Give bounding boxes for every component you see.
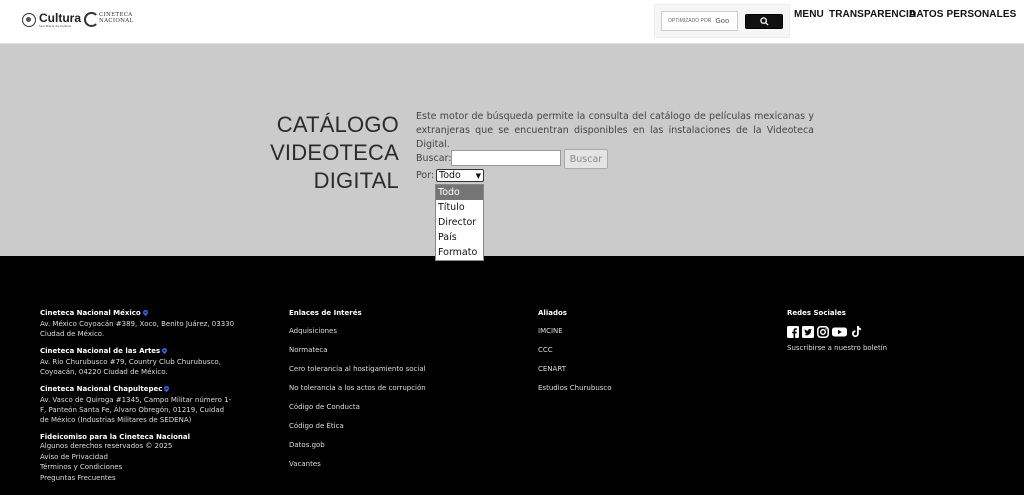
instagram-icon[interactable]: [817, 326, 829, 338]
newsletter-link[interactable]: Suscribirse a nuestro boletín: [787, 344, 887, 363]
catalog-description: Este motor de búsqueda permite la consul…: [416, 111, 814, 150]
cineteca-logo[interactable]: CINETECA NACIONAL: [84, 12, 134, 27]
por-dropdown: Todo Título Director País Formato: [435, 184, 484, 261]
por-option-pais[interactable]: País: [436, 230, 483, 245]
location-address: Av. México Coyoacán #389, Xoco, Benito J…: [40, 320, 235, 338]
aliado-link[interactable]: CCC: [538, 346, 612, 365]
enlace-link[interactable]: Código de Conducta: [289, 403, 426, 422]
search-icon: [759, 17, 769, 26]
footer-locations: Cineteca Nacional México Av. México Coyo…: [40, 309, 235, 483]
faq-link[interactable]: Preguntas Frecuentes: [40, 473, 235, 484]
social-icons: [787, 326, 887, 338]
por-option-director[interactable]: Director: [436, 215, 483, 230]
aliado-link[interactable]: IMCINE: [538, 327, 612, 346]
enlace-link[interactable]: Cero tolerancia al hostigamiento social: [289, 365, 426, 384]
cineteca-logo-line2: NACIONAL: [99, 17, 134, 24]
fideicomiso-title: Fideicomiso para la Cineteca Nacional: [40, 433, 191, 441]
location-address: Av. Río Churubusco #79, Country Club Chu…: [40, 358, 221, 376]
search-brand: Goo: [715, 17, 730, 25]
site-search-button[interactable]: [745, 14, 783, 29]
location-title: Cineteca Nacional México: [40, 309, 141, 317]
copyright-text: Algunos derechos reservados © 2025: [40, 442, 173, 450]
site-search: OPTIMIZADO POR Goo: [654, 4, 790, 38]
mexico-seal-icon: [22, 13, 36, 27]
footer-redes: Redes Sociales Suscribirse a nuestro bol…: [787, 309, 887, 363]
aliados-heading: Aliados: [538, 309, 567, 317]
enlaces-heading: Enlaces de Interés: [289, 309, 362, 317]
footer-enlaces: Enlaces de Interés Adquisiciones Normate…: [289, 309, 426, 479]
facebook-icon[interactable]: [787, 326, 799, 338]
por-label: Por:: [416, 170, 435, 181]
map-pin-icon[interactable]: [162, 348, 168, 354]
location-title: Cineteca Nacional Chapultepec: [40, 385, 163, 393]
catalog-title-line: DIGITAL: [313, 168, 399, 193]
chevron-down-icon: ▼: [475, 172, 481, 180]
nav-menu[interactable]: MENU: [794, 9, 824, 20]
por-option-titulo[interactable]: Título: [436, 200, 483, 215]
buscar-button[interactable]: Buscar: [564, 149, 608, 169]
aliado-link[interactable]: CENART: [538, 365, 612, 384]
catalog-title-line: CATÁLOGO: [276, 112, 399, 137]
por-select[interactable]: Todo ▼: [436, 169, 484, 182]
cultura-logo[interactable]: Cultura Secretaría de Cultura: [22, 12, 81, 28]
privacy-link[interactable]: Aviso de Privacidad: [40, 452, 235, 463]
enlace-link[interactable]: Código de Ética: [289, 422, 426, 441]
cultura-logo-subtext: Secretaría de Cultura: [39, 24, 71, 28]
location-address: Av. Vasco de Quiroga #1345, Campo Milita…: [40, 396, 232, 424]
por-option-todo[interactable]: Todo: [436, 185, 483, 200]
nav-transparencia[interactable]: TRANSPARENCIA: [829, 9, 916, 20]
por-selected-value: Todo: [439, 170, 461, 181]
map-pin-icon[interactable]: [164, 386, 170, 392]
redes-heading: Redes Sociales: [787, 309, 846, 317]
tiktok-icon[interactable]: [850, 326, 862, 338]
buscar-label: Buscar:: [416, 153, 452, 164]
footer-aliados: Aliados IMCINE CCC CENART Estudios Churu…: [538, 309, 612, 403]
nav-datos-personales[interactable]: DATOS PERSONALES: [909, 9, 1016, 20]
site-search-input[interactable]: OPTIMIZADO POR Goo: [661, 11, 738, 31]
enlace-link[interactable]: Adquisiciones: [289, 327, 426, 346]
site-footer: Cineteca Nacional México Av. México Coyo…: [0, 256, 1024, 495]
enlace-link[interactable]: No tolerancia a los actos de corrupción: [289, 384, 426, 403]
enlace-link[interactable]: Vacantes: [289, 460, 426, 479]
enlace-link[interactable]: Normateca: [289, 346, 426, 365]
location-block: Cineteca Nacional México Av. México Coyo…: [40, 309, 235, 339]
twitter-icon[interactable]: [802, 326, 814, 338]
catalog-title: CATÁLOGO VIDEOTECA DIGITAL: [270, 111, 399, 195]
cultura-logo-text: Cultura: [39, 11, 81, 25]
cineteca-mark-icon: [84, 12, 99, 27]
catalog-section: CATÁLOGO VIDEOTECA DIGITAL Este motor de…: [0, 44, 1024, 261]
map-pin-icon[interactable]: [142, 310, 148, 316]
buscar-input[interactable]: [451, 150, 561, 166]
location-block: Cineteca Nacional Chapultepec Av. Vasco …: [40, 385, 235, 425]
por-option-formato[interactable]: Formato: [436, 245, 483, 260]
catalog-title-line: VIDEOTECA: [270, 140, 399, 165]
site-header: Cultura Secretaría de Cultura CINETECA N…: [0, 0, 1024, 44]
location-title: Cineteca Nacional de las Artes: [40, 347, 161, 355]
location-block: Cineteca Nacional de las Artes Av. Río C…: [40, 347, 235, 377]
aliado-link[interactable]: Estudios Churubusco: [538, 384, 612, 403]
search-placeholder: OPTIMIZADO POR: [668, 18, 712, 24]
terms-link[interactable]: Términos y Condiciones: [40, 462, 235, 473]
enlace-link[interactable]: Datos.gob: [289, 441, 426, 460]
youtube-icon[interactable]: [832, 326, 847, 338]
